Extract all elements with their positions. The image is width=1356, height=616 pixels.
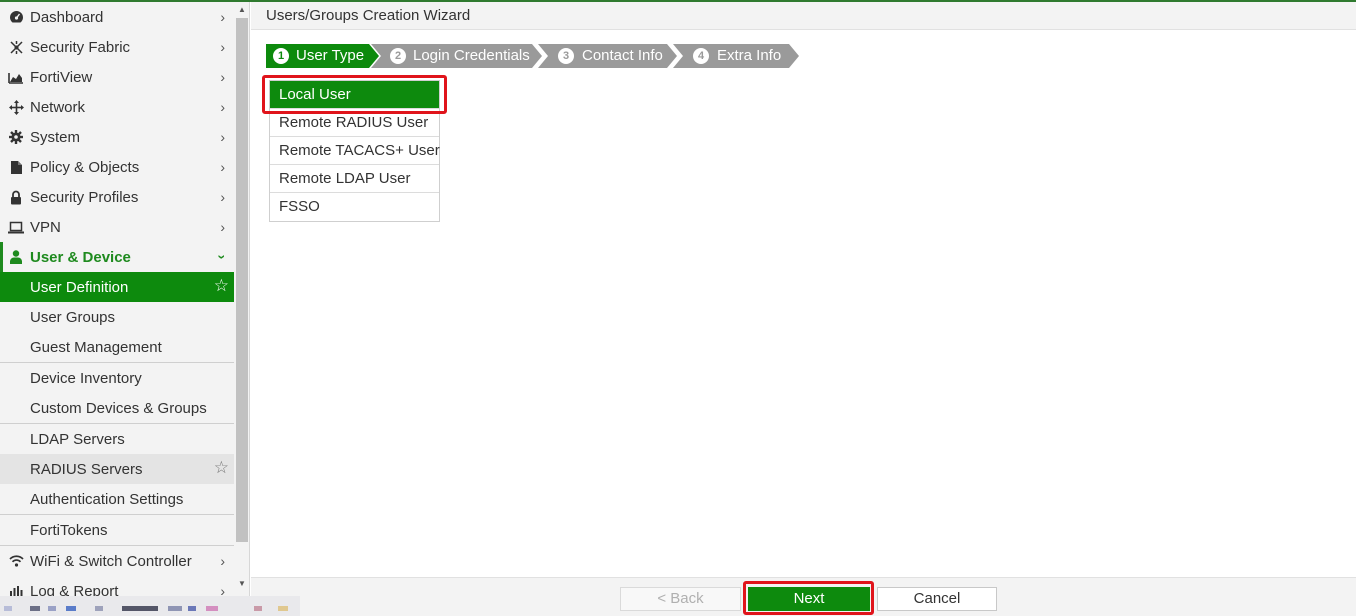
sidebar-item-label: System [30,128,81,146]
fortiview-icon [8,69,24,85]
step-number: 1 [273,48,289,64]
star-outline-icon[interactable]: ☆ [214,459,229,477]
sidebar-item-label: Dashboard [30,8,104,26]
sidebar-item-security-profiles[interactable]: Security Profiles › [0,182,234,212]
sidebar-item-label: Network [30,98,86,116]
sidebar-subitem-label: FortiTokens [30,521,108,539]
page-title: Users/Groups Creation Wizard [251,2,1356,30]
sidebar-item-wifi-switch-controller[interactable]: WiFi & Switch Controller › [0,546,234,576]
user-type-remote-ldap[interactable]: Remote LDAP User [270,165,439,193]
gear-icon [8,129,24,145]
sidebar-item-label: FortiView [30,68,93,86]
chevron-right-icon: › [220,553,225,569]
main-content: Users/Groups Creation Wizard 1 User Type… [251,2,1356,616]
sidebar-subitem-label: Custom Devices & Groups [30,399,207,417]
user-icon [8,249,24,265]
sidebar-subitem-label: RADIUS Servers [30,460,143,478]
step-label: Contact Info [582,47,663,64]
scrollbar-thumb[interactable] [236,18,248,542]
sidebar-item-fortiview[interactable]: FortiView › [0,62,234,92]
sidebar-subitem-user-groups[interactable]: User Groups [0,302,234,332]
sidebar-subitem-label: Authentication Settings [30,490,184,508]
step-number: 2 [390,48,406,64]
step-label: Extra Info [717,47,782,64]
chevron-right-icon: › [220,159,225,175]
scroll-down-arrow-icon[interactable]: ▼ [236,578,248,590]
sidebar-subitem-label: User Groups [30,308,116,326]
sidebar-item-label: WiFi & Switch Controller [30,552,192,570]
step-number: 4 [693,48,709,64]
sidebar-subitem-label: User Definition [30,278,129,296]
taskbar-blur [168,606,182,611]
sidebar-item-system[interactable]: System › [0,122,234,152]
chevron-right-icon: › [220,69,225,85]
sidebar-subitem-authentication-settings[interactable]: Authentication Settings [0,484,234,514]
sidebar-item-security-fabric[interactable]: Security Fabric › [0,32,234,62]
step-number: 3 [558,48,574,64]
taskbar-blur [254,606,262,611]
chevron-right-icon: › [220,99,225,115]
laptop-icon [8,219,24,235]
taskbar-blur [66,606,76,611]
taskbar-blur [4,606,12,611]
sidebar-item-dashboard[interactable]: Dashboard › [0,2,234,32]
dashboard-icon [8,9,24,25]
sidebar-subitem-device-inventory[interactable]: Device Inventory [0,363,234,393]
user-type-fsso[interactable]: FSSO [270,193,439,221]
chevron-right-icon: › [220,129,225,145]
step-label: Login Credentials [413,47,530,64]
taskbar-strip [0,596,300,616]
chevron-right-icon: › [220,9,225,25]
sidebar-item-label: Security Fabric [30,38,131,56]
sidebar-subitem-custom-devices-groups[interactable]: Custom Devices & Groups [0,393,234,423]
chevron-down-icon: › [214,254,231,260]
sidebar-nav: Dashboard › Security Fabric › FortiView … [0,2,234,606]
sidebar-item-label: Security Profiles [30,188,139,206]
back-button[interactable]: < Back [620,587,741,611]
wifi-icon [8,553,24,569]
sidebar-item-network[interactable]: Network › [0,92,234,122]
sidebar: Dashboard › Security Fabric › FortiView … [0,2,250,616]
sidebar-item-vpn[interactable]: VPN › [0,212,234,242]
sidebar-item-label: VPN [30,218,61,236]
security-fabric-icon [8,39,24,55]
taskbar-blur [122,606,158,611]
sidebar-subitem-label: LDAP Servers [30,430,125,448]
taskbar-blur [48,606,56,611]
star-outline-icon[interactable]: ☆ [214,277,229,295]
sidebar-item-label: Policy & Objects [30,158,140,176]
active-section-marker [0,242,3,272]
taskbar-blur [278,606,288,611]
step-contact-info: 3 Contact Info [538,44,678,68]
chevron-right-icon: › [220,219,225,235]
sidebar-subitem-guest-management[interactable]: Guest Management [0,332,234,362]
sidebar-subitem-fortitokens[interactable]: FortiTokens [0,515,234,545]
sidebar-subitem-radius-servers[interactable]: RADIUS Servers ☆ [0,454,234,484]
step-login-credentials: 2 Login Credentials [371,44,542,68]
sidebar-subitem-ldap-servers[interactable]: LDAP Servers [0,424,234,454]
sidebar-item-user-device[interactable]: User & Device › [0,242,234,272]
step-user-type: 1 User Type [266,44,379,68]
chevron-right-icon: › [220,189,225,205]
user-type-remote-tacacs[interactable]: Remote TACACS+ User [270,137,440,165]
lock-icon [8,189,24,205]
step-label: User Type [296,47,365,64]
sidebar-subitem-user-definition[interactable]: User Definition ☆ [0,272,234,302]
chevron-right-icon: › [220,39,225,55]
taskbar-blur [206,606,218,611]
cancel-button[interactable]: Cancel [877,587,997,611]
sidebar-item-policy-objects[interactable]: Policy & Objects › [0,152,234,182]
sidebar-subitem-label: Device Inventory [30,369,142,387]
highlight-box-next [743,581,874,615]
taskbar-blur [188,606,196,611]
taskbar-blur [30,606,40,611]
policy-icon [8,159,24,175]
step-extra-info: 4 Extra Info [673,44,801,68]
taskbar-blur [95,606,103,611]
network-icon [8,99,24,115]
sidebar-subitem-label: Guest Management [30,338,162,356]
highlight-box-local-user [262,75,447,114]
scroll-up-arrow-icon[interactable]: ▲ [236,4,248,16]
sidebar-item-label: User & Device [30,248,131,266]
